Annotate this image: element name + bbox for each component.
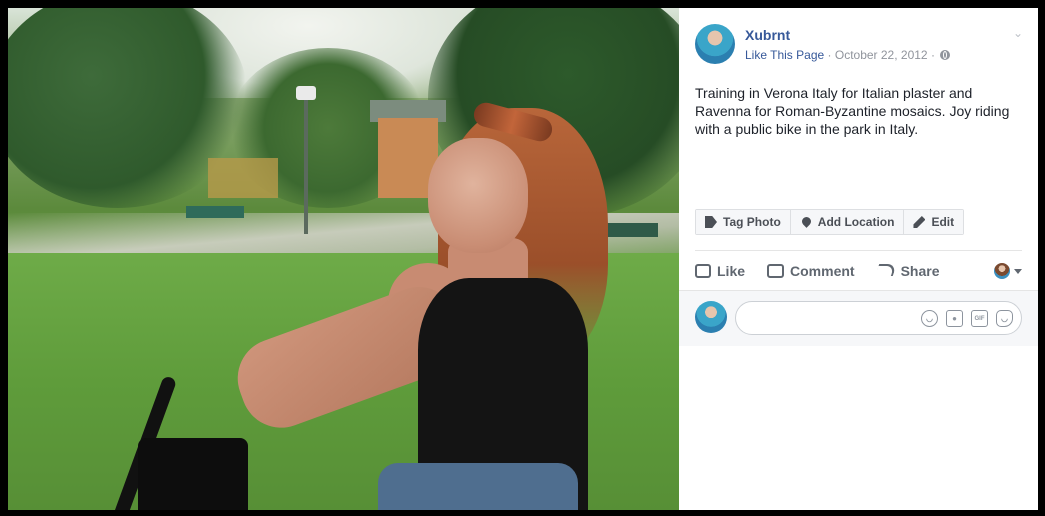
like-page-link[interactable]: Like This Page: [745, 48, 824, 62]
sticker-icon[interactable]: ◡: [996, 310, 1013, 327]
globe-icon[interactable]: [940, 50, 951, 60]
author-avatar[interactable]: [695, 24, 735, 64]
comment-input[interactable]: [748, 310, 918, 325]
comment-tools: ◡ ● GIF ◡: [921, 310, 1013, 327]
post-header: Xubrnt Like This Page · October 22, 2012…: [695, 24, 1025, 64]
chevron-down-icon[interactable]: ⌄: [1011, 26, 1025, 40]
photo-bench: [186, 206, 244, 218]
tag-photo-label: Tag Photo: [723, 215, 781, 229]
caret-down-icon: [1014, 268, 1022, 274]
share-button[interactable]: Share: [877, 262, 940, 280]
photo-lamp-post: [304, 94, 308, 234]
pin-icon: [799, 215, 813, 228]
edit-button[interactable]: Edit: [903, 210, 964, 234]
like-button[interactable]: Like: [695, 263, 745, 279]
emoji-icon[interactable]: ◡: [921, 310, 938, 327]
photo-lamp: [296, 86, 316, 100]
divider: [695, 250, 1022, 251]
edit-label: Edit: [931, 215, 955, 229]
post-meta: Like This Page · October 22, 2012 ·: [745, 48, 951, 62]
comment-composer: ◡ ● GIF ◡: [679, 290, 1038, 346]
add-location-button[interactable]: Add Location: [789, 210, 904, 234]
author-name[interactable]: Xubrnt: [745, 27, 790, 43]
pencil-icon: [913, 216, 926, 228]
post-actions: Like Comment Share: [695, 255, 1022, 287]
photo-playground: [208, 158, 278, 198]
post-caption: Training in Verona Italy for Italian pla…: [695, 85, 1010, 137]
thumbs-up-icon: [695, 264, 711, 278]
share-arrow-icon: [877, 262, 895, 280]
comment-label: Comment: [790, 263, 855, 279]
share-label: Share: [900, 263, 940, 279]
meta-separator: ·: [827, 48, 832, 62]
post-date[interactable]: October 22, 2012: [835, 48, 928, 62]
post-photo[interactable]: [8, 8, 679, 510]
commenter-avatar: [695, 301, 727, 333]
meta-separator: ·: [930, 48, 935, 62]
react-as-selector[interactable]: [994, 263, 1022, 279]
photo-bike-basket: [138, 438, 248, 510]
tag-icon: [705, 216, 717, 228]
photo-person-face: [428, 138, 528, 253]
gif-icon[interactable]: GIF: [971, 310, 988, 327]
like-label: Like: [717, 263, 746, 279]
add-location-label: Add Location: [817, 215, 895, 229]
page-avatar: [994, 263, 1010, 279]
tag-photo-button[interactable]: Tag Photo: [696, 210, 790, 234]
comment-input-box[interactable]: ◡ ● GIF ◡: [735, 301, 1022, 335]
camera-icon[interactable]: ●: [946, 310, 963, 327]
photo-person-jeans: [378, 463, 578, 510]
comment-button[interactable]: Comment: [767, 263, 855, 279]
photo-tools-bar: Tag Photo Add Location Edit: [695, 209, 965, 235]
speech-bubble-icon: [767, 264, 785, 278]
post-side-panel: Xubrnt Like This Page · October 22, 2012…: [679, 8, 1038, 510]
